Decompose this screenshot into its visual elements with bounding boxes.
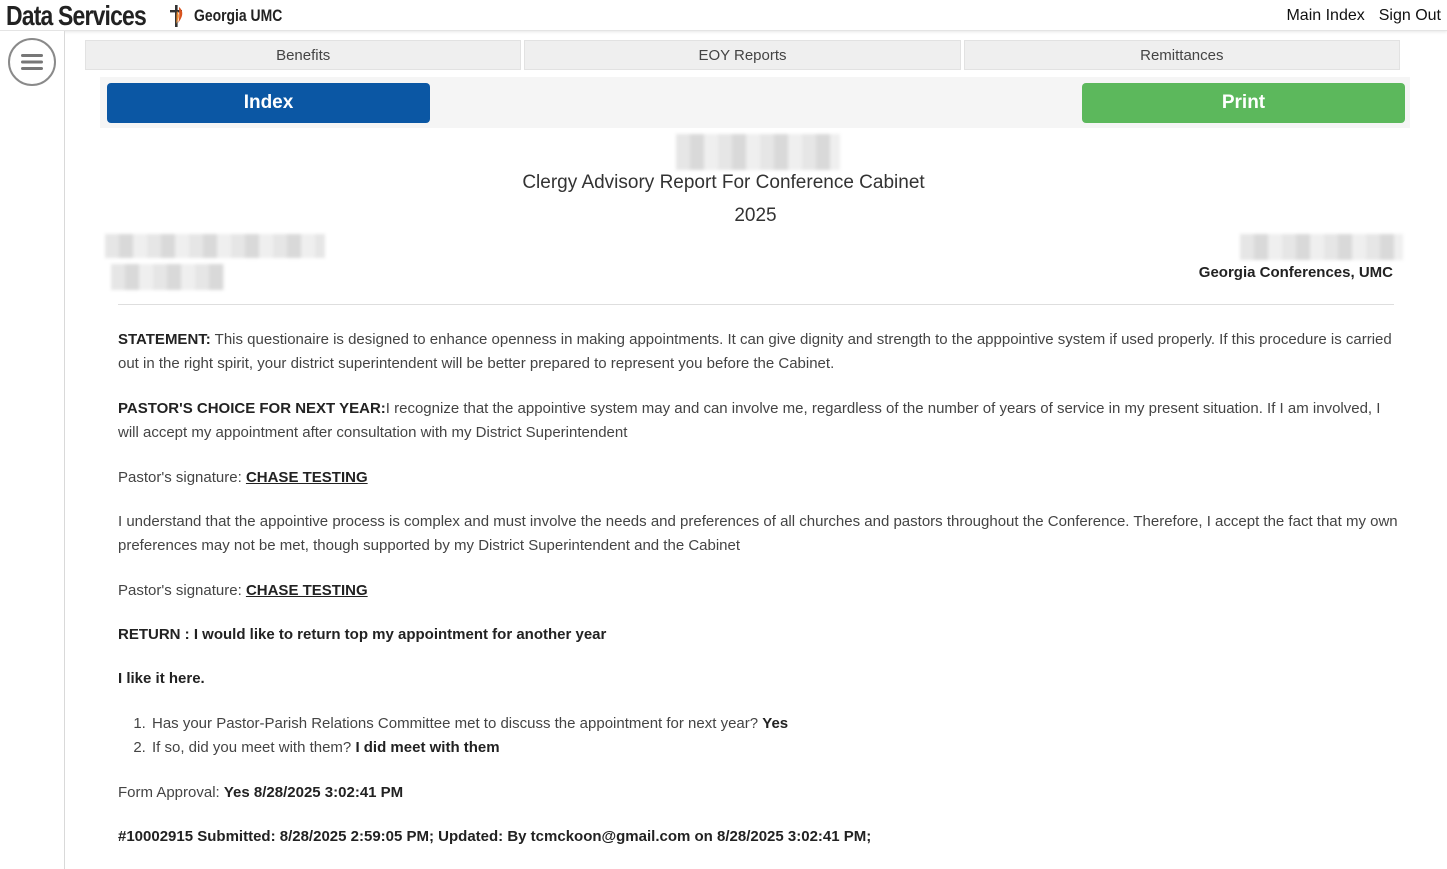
form-approval-label: Form Approval: [118,784,224,801]
statement-text: This questionaire is designed to enhance… [118,331,1392,372]
redacted-district [1240,234,1403,260]
main-index-link[interactable]: Main Index [1286,7,1364,25]
redacted-logo [676,134,840,170]
form-approval-line: Form Approval: Yes 8/28/2025 3:02:41 PM [118,781,1398,805]
brand-subtitle: Georgia UMC [194,5,283,25]
cross-flame-logo-icon [168,3,186,29]
report-title: Clergy Advisory Report For Conference Ca… [522,172,925,193]
statement-paragraph: STATEMENT: This questionaire is designed… [118,328,1398,376]
list-item: Has your Pastor-Parish Relations Committ… [150,712,1350,736]
understand-paragraph: I understand that the appointive process… [118,510,1398,558]
top-bar: Data Services Georgia UMC Main Index Sig… [0,0,1447,31]
submission-info: #10002915 Submitted: 8/28/2025 2:59:05 P… [118,828,872,845]
print-button[interactable]: Print [1082,83,1405,123]
brand-title: Data Services [6,0,147,31]
signature-label-2: Pastor's signature: [118,582,246,599]
section-tabs: Benefits EOY Reports Remittances [85,40,1400,70]
pastor-comment: I like it here. [118,670,205,687]
tab-benefits[interactable]: Benefits [85,40,522,70]
signature-line-1: Pastor's signature: CHASE TESTING [118,466,1398,490]
index-button[interactable]: Index [107,83,430,123]
signature-value-2[interactable]: CHASE TESTING [246,582,368,599]
understand-text: I understand that the appointive process… [118,513,1398,554]
pastor-choice-paragraph: PASTOR'S CHOICE FOR NEXT YEAR:I recogniz… [118,397,1398,445]
question-text: Has your Pastor-Parish Relations Committ… [152,715,763,732]
signature-value-1[interactable]: CHASE TESTING [246,469,368,486]
return-statement: RETURN : I would like to return top my a… [118,626,607,643]
conference-name: Georgia Conferences, UMC [1198,264,1393,281]
statement-label: STATEMENT: [118,331,211,348]
redacted-church-name [111,264,224,290]
signature-line-2: Pastor's signature: CHASE TESTING [118,579,1398,603]
list-item: If so, did you meet with them? I did mee… [150,736,1350,760]
header-divider [118,304,1394,305]
signature-label-1: Pastor's signature: [118,469,246,486]
question-answer: Yes [762,715,789,732]
left-rail [0,31,65,869]
question-text: If so, did you meet with them? [152,739,356,756]
hamburger-menu-icon[interactable] [8,38,56,86]
tab-eoy-reports[interactable]: EOY Reports [524,40,961,70]
tab-remittances[interactable]: Remittances [963,40,1400,70]
top-links: Main Index Sign Out [1286,0,1441,31]
report-year: 2025 [734,205,777,226]
question-answer: I did meet with them [355,739,500,756]
pastor-choice-label: PASTOR'S CHOICE FOR NEXT YEAR: [118,400,386,417]
sign-out-link[interactable]: Sign Out [1379,7,1441,25]
action-bar: Index Print [100,77,1410,128]
brand[interactable]: Data Services Georgia UMC [6,0,302,31]
redacted-pastor-name [105,234,325,258]
questions-list: Has your Pastor-Parish Relations Committ… [150,712,1350,760]
form-approval-value: Yes 8/28/2025 3:02:41 PM [223,784,404,801]
